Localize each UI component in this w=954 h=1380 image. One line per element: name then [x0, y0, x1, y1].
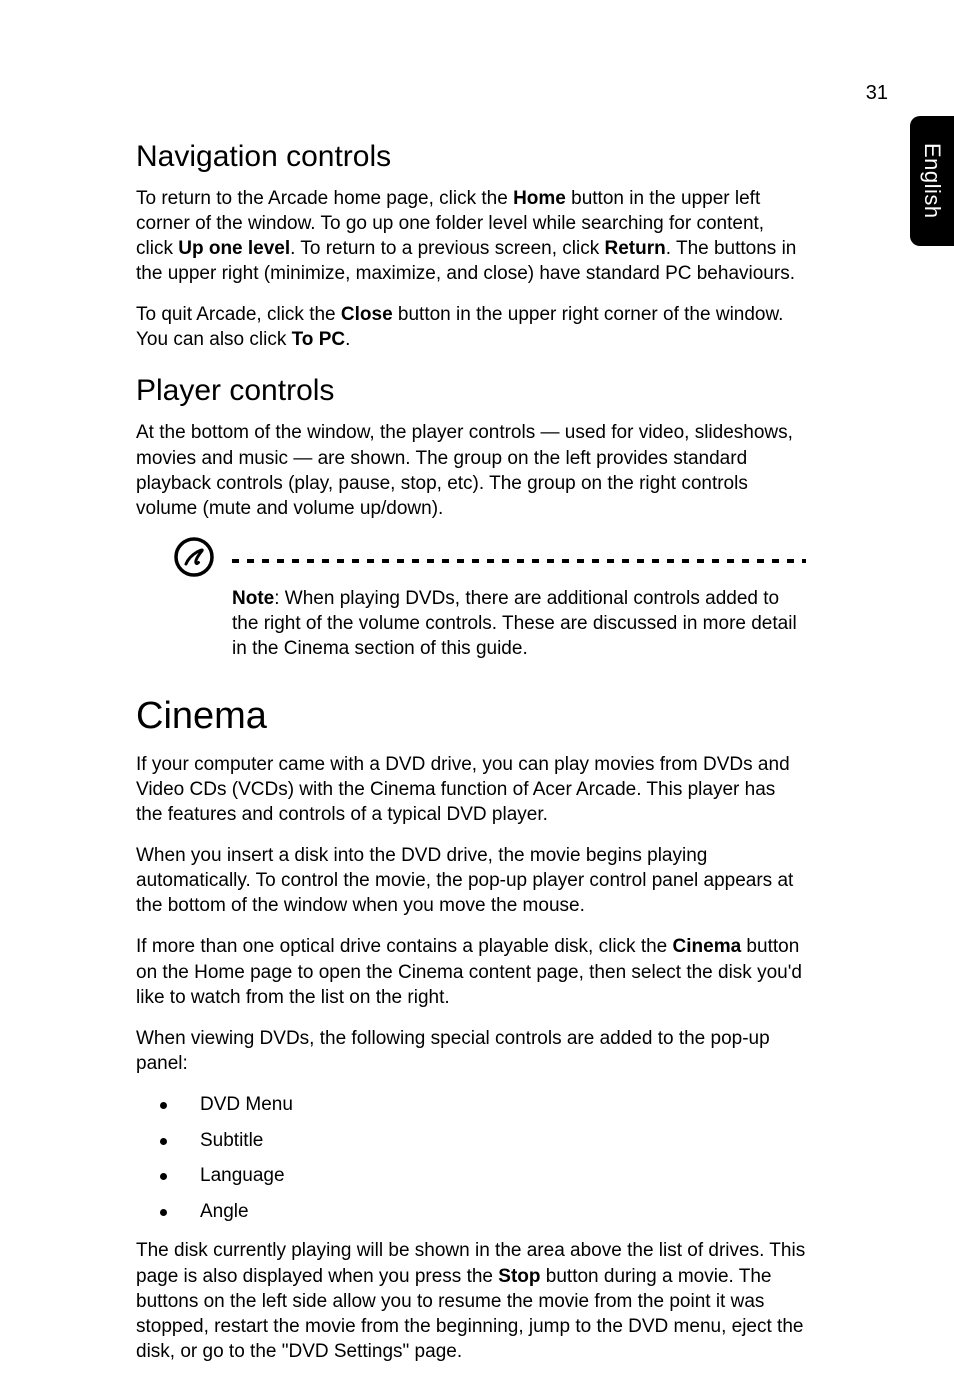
note-separator	[232, 551, 806, 571]
note-icon	[174, 537, 214, 582]
note-text: Note: When playing DVDs, there are addit…	[232, 586, 806, 661]
bold-to-pc: To PC	[292, 329, 345, 350]
text: To return to the Arcade home page, click…	[136, 188, 513, 209]
cinema-paragraph-3: If more than one optical drive contains …	[136, 934, 806, 1009]
cinema-paragraph-2: When you insert a disk into the DVD driv…	[136, 843, 806, 918]
heading-navigation-controls: Navigation controls	[136, 140, 806, 174]
nav-paragraph-1: To return to the Arcade home page, click…	[136, 186, 806, 286]
note-body: : When playing DVDs, there are additiona…	[232, 588, 797, 659]
bold-cinema: Cinema	[673, 936, 742, 957]
text: . To return to a previous screen, click	[290, 238, 604, 259]
nav-paragraph-2: To quit Arcade, click the Close button i…	[136, 302, 806, 352]
cinema-paragraph-5: The disk currently playing will be shown…	[136, 1238, 806, 1363]
cinema-paragraph-1: If your computer came with a DVD drive, …	[136, 752, 806, 827]
note-block	[136, 537, 806, 582]
language-tab: English	[910, 116, 954, 246]
page-number: 31	[866, 82, 888, 105]
text: To quit Arcade, click the	[136, 304, 341, 325]
language-tab-label: English	[919, 143, 945, 219]
list-item: Language	[136, 1163, 806, 1189]
bold-return: Return	[605, 238, 666, 259]
list-item: Angle	[136, 1199, 806, 1225]
bold-up-one-level: Up one level	[178, 238, 290, 259]
list-item: Subtitle	[136, 1128, 806, 1154]
bold-close: Close	[341, 304, 393, 325]
bold-home: Home	[513, 188, 566, 209]
text: .	[345, 329, 350, 350]
cinema-bullet-list: DVD Menu Subtitle Language Angle	[136, 1092, 806, 1225]
list-item: DVD Menu	[136, 1092, 806, 1118]
page-content: Navigation controls To return to the Arc…	[136, 140, 806, 1380]
player-paragraph-1: At the bottom of the window, the player …	[136, 420, 806, 520]
note-label: Note	[232, 588, 274, 609]
heading-player-controls: Player controls	[136, 374, 806, 408]
text: If more than one optical drive contains …	[136, 936, 673, 957]
cinema-paragraph-4: When viewing DVDs, the following special…	[136, 1026, 806, 1076]
heading-cinema: Cinema	[136, 695, 806, 738]
bold-stop: Stop	[498, 1266, 540, 1287]
